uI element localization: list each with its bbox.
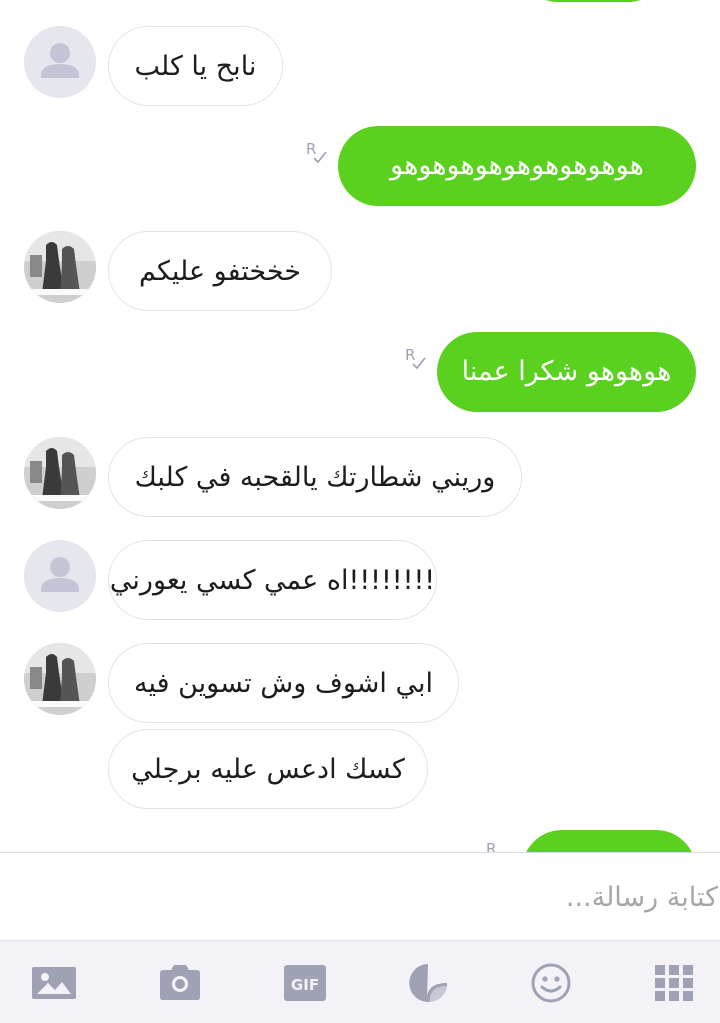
gallery-icon[interactable]: [31, 962, 77, 1004]
message-bubble-incoming[interactable]: كسك ادعس عليه برجلي: [108, 729, 428, 809]
message-bubble-outgoing[interactable]: هوهوهوهوهوهوهوهوهو: [338, 126, 696, 206]
svg-text:GIF: GIF: [291, 976, 319, 994]
sticker-icon[interactable]: [405, 962, 451, 1004]
message-bubble-incoming[interactable]: خخختفو عليكم: [108, 231, 332, 311]
more-grid-icon[interactable]: [651, 962, 697, 1004]
message-composer: [0, 852, 720, 941]
message-input[interactable]: [40, 853, 720, 941]
camera-icon[interactable]: [157, 962, 203, 1004]
read-receipt-icon: R: [405, 346, 426, 370]
svg-text:R: R: [306, 140, 316, 158]
svg-text:R: R: [486, 840, 496, 852]
gif-icon[interactable]: GIF: [282, 962, 328, 1004]
photo-avatar[interactable]: [24, 231, 96, 303]
message-bubble-partial-top: [518, 0, 668, 2]
message-list[interactable]: نابح يا كلب R هوهوهوهوهوهوهوهوهو خخختفو …: [0, 0, 720, 852]
attachment-toolbar: GIF: [0, 940, 720, 1023]
chat-screen: نابح يا كلب R هوهوهوهوهوهوهوهوهو خخختفو …: [0, 0, 720, 1023]
read-receipt-icon: R: [486, 840, 496, 852]
default-avatar[interactable]: [24, 540, 96, 612]
default-avatar[interactable]: [24, 26, 96, 98]
message-bubble-partial-bottom: [522, 830, 696, 852]
read-receipt-icon: R: [306, 140, 327, 164]
emoji-icon[interactable]: [528, 962, 574, 1004]
message-bubble-incoming[interactable]: !!!!!!!!اه عمي كسي يعورني: [108, 540, 437, 620]
message-bubble-incoming[interactable]: نابح يا كلب: [108, 26, 283, 106]
svg-text:R: R: [405, 346, 415, 364]
message-bubble-outgoing[interactable]: هوهوهو شكرا عمنا: [437, 332, 696, 412]
photo-avatar[interactable]: [24, 437, 96, 509]
message-bubble-incoming[interactable]: وريني شطارتك يالقحبه في كلبك: [108, 437, 522, 517]
message-bubble-incoming[interactable]: ابي اشوف وش تسوين فيه: [108, 643, 459, 723]
photo-avatar[interactable]: [24, 643, 96, 715]
